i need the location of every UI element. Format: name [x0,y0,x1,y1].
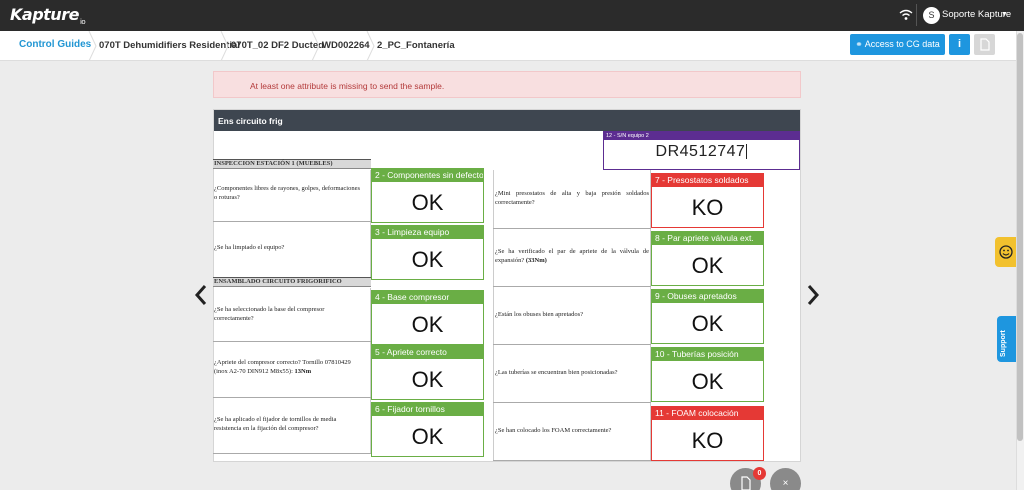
wifi-icon [899,9,913,20]
row-divider [493,286,651,287]
samples-count-badge: 0 [753,467,766,480]
row-divider [213,341,371,342]
divider [916,4,917,26]
info-button[interactable]: i [949,34,970,55]
breadcrumb-separator-icon [220,31,229,61]
document-icon [980,38,990,51]
form-title: Ens circuito frig [214,110,800,131]
info-icon: i [957,38,962,50]
row-divider [213,397,371,398]
question-row: ¿Se ha aplicado el fijador de tornillos … [213,398,371,454]
question-row: ¿Las tuberías se encuentran bien posicio… [493,344,651,402]
question-row: ¿Componentes libres de rayones, golpes, … [213,170,371,222]
question-row: ¿Mini presostatos de alta y baja presión… [493,170,651,228]
chevron-right-icon[interactable] [805,284,821,306]
question-row: ¿Se ha limpiado el equipo? [213,222,371,277]
breadcrumb-order[interactable]: WD002264 [322,40,370,51]
link-icon: ⚭ [855,39,865,49]
field-base-compresor[interactable]: 4 - Base compresor OK [371,290,484,345]
scrollbar-thumb[interactable] [1017,33,1023,441]
field-par-apriete-valvula[interactable]: 8 - Par apriete válvula ext. OK [651,231,764,286]
field-foam-colocacion[interactable]: 11 - FOAM colocación KO [651,406,764,461]
question-row: ¿Apriete del compresor correcto? Tornill… [213,342,371,398]
access-cg-data-button[interactable]: ⚭ Access to CG data [850,34,945,55]
field-obuses-apretados[interactable]: 9 - Obuses apretados OK [651,289,764,344]
section-heading: ENSAMBLADO CIRCUITO FRIGORIFICO [213,277,371,287]
smiley-icon [999,245,1013,259]
field-fijador-tornillos[interactable]: 6 - Fijador tornillos OK [371,402,484,457]
close-button[interactable]: × [770,468,801,490]
row-divider [493,228,651,229]
feedback-tab[interactable] [995,237,1016,267]
breadcrumb-separator-icon [311,31,320,61]
breadcrumb-model[interactable]: 070T_02 DF2 Ducted [231,40,324,51]
row-divider [493,460,651,461]
field-componentes-sin-defectos[interactable]: 2 - Componentes sin defectos OK [371,168,484,223]
question-row: ¿Están los obuses bien apretados? [493,286,651,344]
field-presostatos-soldados[interactable]: 7 - Presostatos soldados KO [651,173,764,228]
breadcrumb-step: 2_PC_Fontanería [377,40,455,51]
field-tuberias-posicion[interactable]: 10 - Tuberías posición OK [651,347,764,402]
chevron-left-icon[interactable] [193,284,209,306]
row-divider [493,344,651,345]
support-tab[interactable]: Support [997,316,1016,362]
close-icon: × [782,478,789,489]
field-apriete-correcto[interactable]: 5 - Apriete correcto OK [371,345,484,400]
breadcrumb-separator-icon [88,31,97,61]
question-row: ¿Se ha verificado el par de apriete de l… [493,228,651,286]
section-heading: INSPECCION ESTACIÓN 1 (MUEBLES) [213,159,371,169]
caret-down-icon[interactable]: ▼ [1001,11,1008,18]
question-row: ¿Se han colocado los FOAM correctamente? [493,402,651,460]
error-alert: At least one attribute is missing to sen… [213,71,801,98]
top-bar: Kaptureio S Soporte Kapture ▼ [0,0,1024,31]
question-row: ¿Se ha seleccionado la base del compreso… [213,288,371,342]
row-divider [493,402,651,403]
serial-number-input[interactable]: DR4512747 [604,143,799,161]
avatar[interactable]: S [923,7,940,24]
app-logo[interactable]: Kaptureio [10,5,86,26]
serial-number-field[interactable]: 12 - S/N equipo 2 DR4512747 [603,131,800,170]
field-limpieza-equipo[interactable]: 3 - Limpieza equipo OK [371,225,484,280]
breadcrumb-separator-icon [366,31,375,61]
breadcrumb-control-guides[interactable]: Control Guides [19,39,91,50]
breadcrumb-family[interactable]: 070T Dehumidifiers Residential [99,40,240,51]
serial-number-label: 12 - S/N equipo 2 [604,132,799,140]
row-divider [213,221,371,222]
row-divider [213,453,371,454]
document-button[interactable] [974,34,995,55]
